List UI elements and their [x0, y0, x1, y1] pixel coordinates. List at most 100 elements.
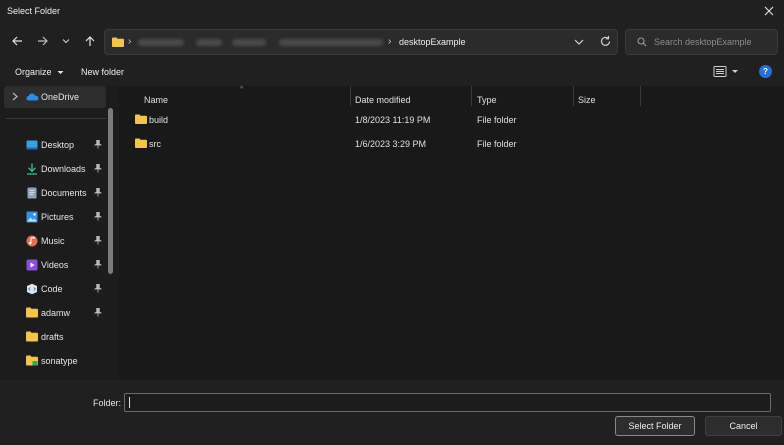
up-arrow-icon[interactable] — [82, 33, 98, 49]
sidebar-item-label: Videos — [41, 260, 69, 270]
close-icon[interactable] — [762, 4, 776, 18]
folder-icon — [135, 138, 147, 150]
title-bar: Select Folder — [0, 0, 784, 24]
organize-label: Organize — [15, 67, 52, 77]
help-icon[interactable]: ? — [759, 65, 772, 78]
sidebar-scrollbar[interactable] — [108, 108, 113, 274]
cancel-button[interactable]: Cancel — [705, 416, 782, 436]
pin-icon — [93, 260, 103, 271]
sidebar-item-label: Downloads — [41, 164, 86, 174]
sidebar-item-label: drafts — [41, 332, 64, 342]
view-list-icon — [713, 66, 738, 77]
sidebar-item-label: adamw — [41, 308, 71, 318]
address-bar[interactable]: › › desktopExample — [104, 29, 618, 55]
pin-icon — [93, 308, 103, 319]
file-type: File folder — [477, 115, 517, 125]
expand-chevron-icon[interactable] — [11, 92, 19, 103]
videos-icon — [26, 259, 38, 271]
sidebar-item-label: OneDrive — [41, 92, 80, 102]
sidebar-item-adamw[interactable]: adamw — [0, 302, 106, 324]
pictures-icon — [26, 211, 38, 223]
search-input[interactable] — [654, 35, 772, 49]
folder-icon — [26, 307, 38, 319]
pin-icon — [93, 140, 103, 151]
sidebar-item-label: Documents — [41, 188, 87, 198]
file-list: ^ Name Date modified Type Size build 1/8… — [119, 86, 784, 380]
chevron-down-icon — [57, 71, 64, 75]
text-caret — [129, 397, 130, 408]
sidebar-item-sonatype[interactable]: sonatype — [0, 350, 106, 372]
sidebar-item-onedrive[interactable]: OneDrive — [4, 86, 106, 108]
sidebar-item-downloads[interactable]: Downloads — [0, 158, 106, 180]
organize-menu[interactable]: Organize — [15, 67, 64, 77]
blurred-breadcrumb[interactable] — [232, 39, 266, 46]
documents-icon — [26, 187, 38, 199]
recent-locations-chevron-icon[interactable] — [58, 33, 74, 49]
music-icon — [26, 235, 38, 247]
pin-icon — [93, 236, 103, 247]
file-date-modified: 1/8/2023 11:19 PM — [355, 115, 431, 125]
breadcrumb-separator-icon: › — [128, 36, 132, 47]
code-icon — [26, 283, 38, 295]
sidebar-item-drafts[interactable]: drafts — [0, 326, 106, 348]
folder-field-label: Folder: — [93, 398, 122, 408]
folder-icon — [112, 37, 124, 49]
column-divider[interactable] — [573, 86, 574, 106]
column-header-size[interactable]: Size — [578, 95, 596, 105]
table-row[interactable]: build 1/8/2023 11:19 PM File folder — [131, 110, 771, 130]
sidebar-item-label: Desktop — [41, 140, 75, 150]
desktop-icon — [26, 139, 38, 151]
column-divider[interactable] — [471, 86, 472, 106]
sidebar-item-label: Code — [41, 284, 63, 294]
dialog-footer: Folder: Select Folder Cancel — [0, 380, 784, 445]
sidebar-item-desktop[interactable]: Desktop — [0, 134, 106, 156]
file-date-modified: 1/6/2023 3:29 PM — [355, 139, 427, 149]
sidebar-divider — [6, 118, 106, 119]
folder-icon — [26, 331, 38, 343]
download-icon — [26, 163, 38, 175]
blurred-breadcrumb[interactable] — [279, 39, 383, 46]
blurred-breadcrumb[interactable] — [138, 39, 184, 46]
pin-icon — [93, 188, 103, 199]
forward-arrow-icon[interactable] — [35, 33, 51, 49]
address-dropdown-chevron-icon[interactable] — [573, 36, 585, 50]
search-box[interactable] — [625, 29, 778, 55]
window-title: Select Folder — [7, 6, 61, 16]
command-bar: Organize New folder ? — [0, 58, 784, 86]
sidebar-item-label: Pictures — [41, 212, 74, 222]
search-icon — [637, 37, 647, 49]
folder-icon — [135, 114, 147, 126]
file-type: File folder — [477, 139, 517, 149]
view-options-button[interactable] — [713, 65, 741, 80]
folder-name-input[interactable] — [124, 393, 771, 412]
pin-icon — [93, 284, 103, 295]
sidebar-item-label: sonatype — [41, 356, 78, 366]
pin-icon — [93, 212, 103, 223]
sidebar-item-music[interactable]: Music — [0, 230, 106, 252]
folder-icon — [26, 355, 38, 367]
pin-icon — [93, 164, 103, 175]
blurred-breadcrumb[interactable] — [196, 39, 222, 46]
sidebar-item-pictures[interactable]: Pictures — [0, 206, 106, 228]
file-name: src — [149, 139, 161, 149]
back-arrow-icon[interactable] — [9, 33, 25, 49]
sort-ascending-icon: ^ — [240, 86, 244, 93]
navigation-bar: › › desktopExample — [0, 24, 784, 58]
column-divider[interactable] — [640, 86, 641, 106]
breadcrumb-current[interactable]: desktopExample — [399, 37, 466, 47]
sidebar-item-code[interactable]: Code — [0, 278, 106, 300]
column-header-name[interactable]: Name — [144, 95, 168, 105]
refresh-icon[interactable] — [599, 35, 612, 50]
new-folder-button[interactable]: New folder — [81, 67, 124, 77]
select-folder-button[interactable]: Select Folder — [615, 416, 695, 436]
sidebar-item-label: Music — [41, 236, 65, 246]
column-divider[interactable] — [350, 86, 351, 106]
sidebar-item-videos[interactable]: Videos — [0, 254, 106, 276]
onedrive-cloud-icon — [26, 91, 39, 103]
column-header-type[interactable]: Type — [477, 95, 497, 105]
breadcrumb-separator-icon: › — [388, 36, 392, 47]
table-row[interactable]: src 1/6/2023 3:29 PM File folder — [131, 134, 771, 154]
column-header-date-modified[interactable]: Date modified — [355, 95, 411, 105]
navigation-pane: OneDrive Desktop Downloads Documents Pic… — [0, 86, 119, 380]
sidebar-item-documents[interactable]: Documents — [0, 182, 106, 204]
